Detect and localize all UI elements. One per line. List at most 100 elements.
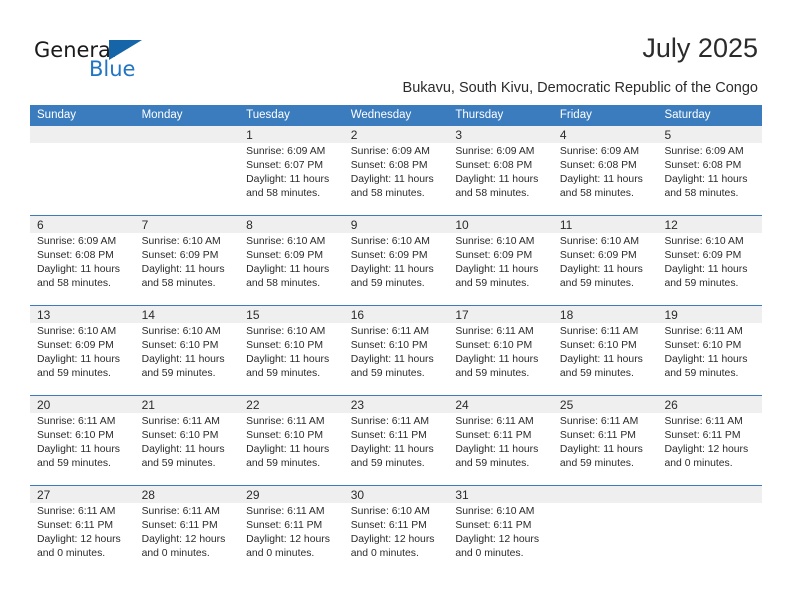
day-number: 12 xyxy=(664,218,678,232)
calendar-day-cell[interactable]: 12 Sunrise: 6:10 AM Sunset: 6:09 PM Dayligh… xyxy=(657,216,763,305)
day-number-strip: 10 xyxy=(448,216,553,233)
logo-text-blue: Blue xyxy=(89,57,136,81)
day-details: Sunrise: 6:11 AM Sunset: 6:10 PM Daylight:… xyxy=(344,323,449,381)
calendar-day-cell[interactable]: 8 Sunrise: 6:10 AM Sunset: 6:09 PM Daylight… xyxy=(239,216,344,305)
day-details: Sunrise: 6:11 AM Sunset: 6:10 PM Daylight:… xyxy=(239,413,344,471)
sunset-text: Sunset: 6:11 PM xyxy=(37,520,114,531)
sunrise-text: Sunrise: 6:11 AM xyxy=(246,416,325,427)
day-number-strip: 25 xyxy=(552,396,658,413)
daylight-text-line2: and 59 minutes. xyxy=(559,458,634,469)
calendar-day-cell[interactable]: 3 Sunrise: 6:09 AM Sunset: 6:08 PM Daylight… xyxy=(448,126,553,215)
calendar-day-cell[interactable]: 20 Sunrise: 6:11 AM Sunset: 6:10 PM Dayligh… xyxy=(30,396,135,485)
calendar-day-cell[interactable]: 18 Sunrise: 6:11 AM Sunset: 6:10 PM Dayligh… xyxy=(552,306,658,395)
sunrise-text: Sunrise: 6:10 AM xyxy=(664,236,744,247)
calendar-day-cell[interactable]: 7 Sunrise: 6:10 AM Sunset: 6:09 PM Daylight… xyxy=(134,216,240,305)
sunset-text: Sunset: 6:11 PM xyxy=(455,520,532,531)
calendar-day-cell[interactable]: 4 Sunrise: 6:09 AM Sunset: 6:08 PM Daylight… xyxy=(552,126,658,215)
calendar-day-cell[interactable]: 19 Sunrise: 6:11 AM Sunset: 6:10 PM Dayligh… xyxy=(657,306,763,395)
day-number: 13 xyxy=(37,308,51,322)
day-number: 1 xyxy=(246,128,253,142)
day-details: Sunrise: 6:11 AM Sunset: 6:11 PM Daylight:… xyxy=(239,503,344,561)
calendar-day-cell[interactable]: 15 Sunrise: 6:10 AM Sunset: 6:10 PM Dayligh… xyxy=(239,306,344,395)
general-blue-logo[interactable]: General Blue xyxy=(34,38,214,84)
daylight-text-line1: Daylight: 11 hours xyxy=(350,174,434,185)
calendar-day-cell[interactable]: 10 Sunrise: 6:10 AM Sunset: 6:09 PM Dayligh… xyxy=(448,216,553,305)
day-details: Sunrise: 6:10 AM Sunset: 6:10 PM Daylight:… xyxy=(239,323,344,381)
calendar-day-cell[interactable]: 26 Sunrise: 6:11 AM Sunset: 6:11 PM Dayligh… xyxy=(657,396,763,485)
day-details: Sunrise: 6:11 AM Sunset: 6:11 PM Daylight:… xyxy=(448,413,553,471)
day-details: Sunrise: 6:11 AM Sunset: 6:11 PM Daylight:… xyxy=(135,503,240,561)
sunset-text: Sunset: 6:10 PM xyxy=(664,340,742,351)
calendar-day-cell[interactable]: 2 Sunrise: 6:09 AM Sunset: 6:08 PM Daylight… xyxy=(343,126,449,215)
calendar-day-cell[interactable]: 14 Sunrise: 6:10 AM Sunset: 6:10 PM Dayligh… xyxy=(134,306,240,395)
sunrise-text: Sunrise: 6:11 AM xyxy=(246,506,325,517)
day-details: Sunrise: 6:09 AM Sunset: 6:08 PM Daylight:… xyxy=(657,143,762,201)
day-number-strip: 31 xyxy=(448,486,553,503)
calendar-day-cell[interactable]: 16 Sunrise: 6:11 AM Sunset: 6:10 PM Dayligh… xyxy=(343,306,449,395)
daylight-text-line2: and 0 minutes. xyxy=(37,548,106,559)
daylight-text-line1: Daylight: 11 hours xyxy=(559,444,643,455)
day-number-strip xyxy=(30,126,135,143)
day-number-strip: 23 xyxy=(343,396,449,413)
sunset-text: Sunset: 6:11 PM xyxy=(141,520,218,531)
calendar-day-cell[interactable]: 6 Sunrise: 6:09 AM Sunset: 6:08 PM Daylight… xyxy=(30,216,135,305)
calendar-day-cell[interactable]: 28 Sunrise: 6:11 AM Sunset: 6:11 PM Dayligh… xyxy=(134,486,240,575)
calendar-day-cell[interactable]: 23 Sunrise: 6:11 AM Sunset: 6:11 PM Dayligh… xyxy=(343,396,449,485)
calendar-week-cells: 1 Sunrise: 6:09 AM Sunset: 6:07 PM Daylight… xyxy=(30,126,763,215)
daylight-text-line2: and 0 minutes. xyxy=(350,548,419,559)
sunset-text: Sunset: 6:07 PM xyxy=(246,160,323,171)
weekday-header-sunday: Sunday xyxy=(37,109,77,121)
daylight-text-line1: Daylight: 11 hours xyxy=(350,264,434,275)
sunset-text: Sunset: 6:08 PM xyxy=(37,250,114,261)
calendar-day-cell[interactable]: 17 Sunrise: 6:11 AM Sunset: 6:10 PM Dayligh… xyxy=(448,306,553,395)
weekday-header-monday: Monday xyxy=(141,109,183,121)
sunrise-text: Sunrise: 6:10 AM xyxy=(455,236,535,247)
calendar-day-cell[interactable]: 13 Sunrise: 6:10 AM Sunset: 6:09 PM Dayligh… xyxy=(30,306,135,395)
sunrise-text: Sunrise: 6:11 AM xyxy=(455,326,534,337)
day-details: Sunrise: 6:11 AM Sunset: 6:11 PM Daylight:… xyxy=(30,503,135,561)
sunrise-text: Sunrise: 6:09 AM xyxy=(559,146,640,157)
calendar-day-cell[interactable]: 25 Sunrise: 6:11 AM Sunset: 6:11 PM Dayligh… xyxy=(552,396,658,485)
calendar-day-cell[interactable]: 5 Sunrise: 6:09 AM Sunset: 6:08 PM Daylight… xyxy=(657,126,763,215)
daylight-text-line2: and 59 minutes. xyxy=(350,368,425,379)
day-details: Sunrise: 6:10 AM Sunset: 6:09 PM Daylight:… xyxy=(30,323,135,381)
day-number: 24 xyxy=(455,398,469,412)
calendar-page: General Blue July 2025 Bukavu, South Kiv… xyxy=(0,0,792,612)
day-number-strip: 29 xyxy=(239,486,344,503)
sunrise-text: Sunrise: 6:09 AM xyxy=(350,146,430,157)
sunrise-text: Sunrise: 6:11 AM xyxy=(559,326,639,337)
daylight-text-line1: Daylight: 11 hours xyxy=(455,444,539,455)
day-number: 5 xyxy=(664,128,672,142)
sunset-text: Sunset: 6:10 PM xyxy=(141,340,219,351)
day-number-strip: 17 xyxy=(448,306,553,323)
sunset-text: Sunset: 6:09 PM xyxy=(455,250,533,261)
calendar-day-cell[interactable]: 21 Sunrise: 6:11 AM Sunset: 6:10 PM Dayligh… xyxy=(134,396,240,485)
daylight-text-line2: and 58 minutes. xyxy=(37,278,111,289)
calendar-day-cell[interactable]: 27 Sunrise: 6:11 AM Sunset: 6:11 PM Dayligh… xyxy=(30,486,135,575)
day-details: Sunrise: 6:09 AM Sunset: 6:07 PM Daylight:… xyxy=(239,143,344,201)
calendar-day-cell-empty xyxy=(134,126,240,215)
day-number: 6 xyxy=(37,218,44,232)
calendar-day-cell[interactable]: 30 Sunrise: 6:10 AM Sunset: 6:11 PM Dayligh… xyxy=(343,486,449,575)
calendar-day-cell[interactable]: 9 Sunrise: 6:10 AM Sunset: 6:09 PM Daylight… xyxy=(343,216,449,305)
daylight-text-line1: Daylight: 12 hours xyxy=(37,534,121,545)
daylight-text-line1: Daylight: 11 hours xyxy=(246,354,330,365)
daylight-text-line1: Daylight: 11 hours xyxy=(37,444,120,455)
day-number-strip: 16 xyxy=(343,306,449,323)
calendar-day-cell[interactable]: 22 Sunrise: 6:11 AM Sunset: 6:10 PM Dayligh… xyxy=(239,396,344,485)
sunrise-text: Sunrise: 6:10 AM xyxy=(350,506,430,517)
daylight-text-line1: Daylight: 11 hours xyxy=(455,264,539,275)
calendar-day-cell[interactable]: 11 Sunrise: 6:10 AM Sunset: 6:09 PM Dayligh… xyxy=(552,216,658,305)
day-number-strip: 14 xyxy=(134,306,240,323)
day-number: 30 xyxy=(350,488,365,502)
calendar-day-cell[interactable]: 31 Sunrise: 6:10 AM Sunset: 6:11 PM Dayligh… xyxy=(448,486,553,575)
calendar-day-cell[interactable]: 24 Sunrise: 6:11 AM Sunset: 6:11 PM Dayligh… xyxy=(448,396,553,485)
day-number-strip: 22 xyxy=(239,396,344,413)
day-number-strip: 7 xyxy=(134,216,240,233)
calendar-day-cell[interactable]: 1 Sunrise: 6:09 AM Sunset: 6:07 PM Daylight… xyxy=(239,126,344,215)
day-details: Sunrise: 6:10 AM Sunset: 6:09 PM Daylight:… xyxy=(344,233,449,291)
day-details: Sunrise: 6:09 AM Sunset: 6:08 PM Daylight:… xyxy=(553,143,658,201)
calendar-day-cell[interactable]: 29 Sunrise: 6:11 AM Sunset: 6:11 PM Dayligh… xyxy=(239,486,344,575)
day-number-strip: 27 xyxy=(30,486,135,503)
calendar-week-cells: 6 Sunrise: 6:09 AM Sunset: 6:08 PM Daylight… xyxy=(30,216,763,305)
